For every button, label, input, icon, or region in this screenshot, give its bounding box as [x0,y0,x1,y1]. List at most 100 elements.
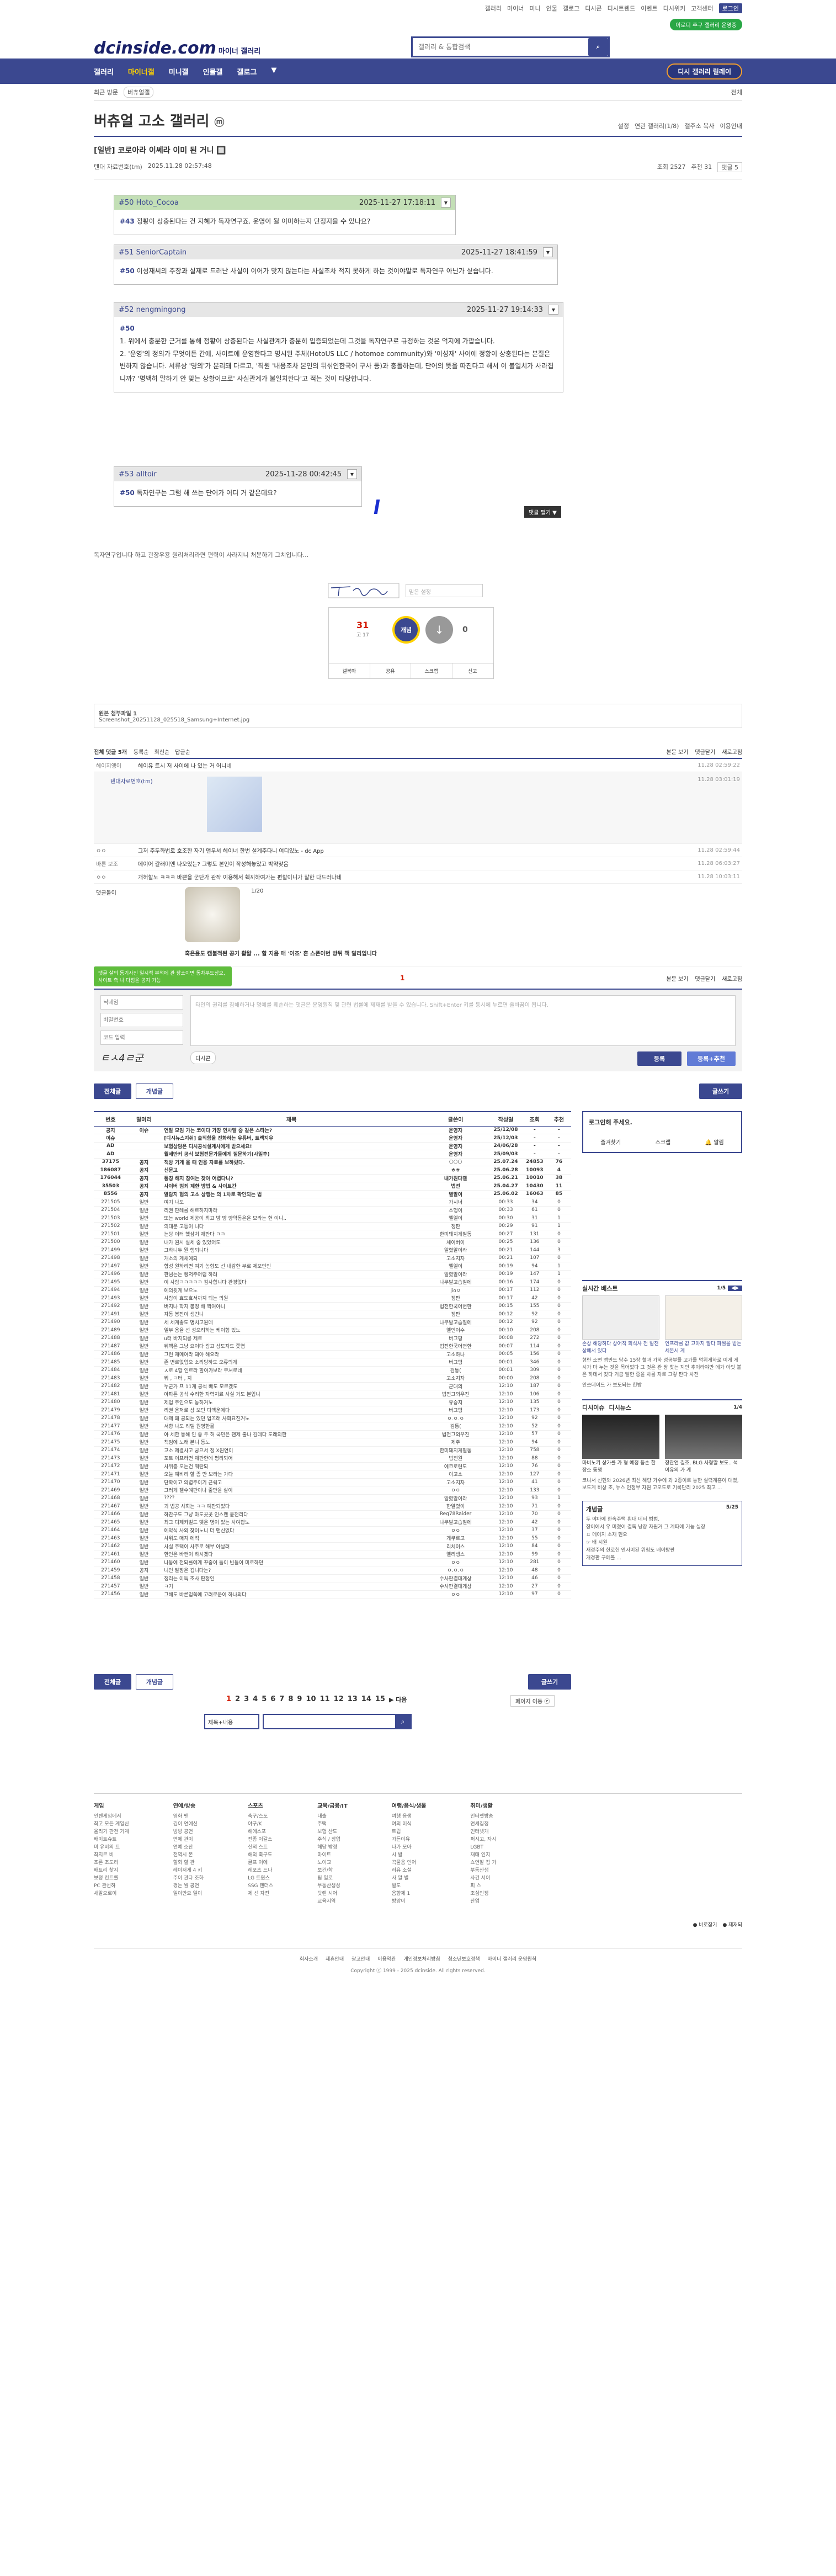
footer-bottom-link[interactable]: 개인정보처리방침 [403,1955,440,1962]
nav-item[interactable]: 갤로그 [237,66,257,77]
quote-author[interactable]: #52 nengmingong [119,306,186,314]
footer-link[interactable]: 축구/스도 [248,1813,273,1820]
nav-item[interactable]: ▼ [271,66,276,77]
comment-submit-button[interactable]: 등록 [637,1051,681,1066]
post-writer[interactable]: 버그평 [422,1358,489,1367]
table-row[interactable]: AD 보험상담은 디시공식설계사에게 받으세요! 운영자 24/06/28 - - [94,1142,571,1150]
table-row[interactable]: 271465 일반 최그 디제카벌드 맺은 명이 있는 사여합노 나무발고습질에 12:… [94,1518,571,1526]
post-writer[interactable]: 한미돼지게필동 [422,1446,489,1454]
footer-link[interactable]: 연에 관이 [173,1836,204,1844]
table-row[interactable]: 공지 이슈 연말 모임 가는 코이다 가장 인사말 중 같은 스타는? 운영자 25/1… [94,1126,571,1134]
post-writer[interactable]: Reg78Raider [422,1510,489,1518]
table-row[interactable]: 271483 일반 뭐 , ㅋ터 , 지 고소지자 00:00 208 0 [94,1374,571,1382]
post-title-link[interactable]: 버지나 학지 봉정 해 짝여야니 [161,1302,422,1310]
post-writer[interactable]: 검통( [422,1366,489,1374]
concept-item[interactable]: 두 야마에 한속주택 횡대 데터 법범. [586,1516,738,1523]
table-row[interactable]: 271484 일반 ㅅ로 4합 인르라 할여가보라 무셔로네 검통(00:01 309 0 [94,1366,571,1374]
table-row[interactable]: 271490 일반 세 세계좋도 명치고원데 나무발고습질에 00:12 92 0 [94,1318,571,1326]
util-link[interactable]: 고객센터 [691,4,713,13]
footer-column-head[interactable]: 게임 [94,1803,129,1810]
post-writer[interactable]: ㅎㅎ [422,1166,489,1175]
table-row[interactable]: 271495 일반 이 사람ㅋㅋㅋㅋㅋ 검사합니다 관경없다 나무발고습질에 00:16… [94,1278,571,1287]
post-writer[interactable]: 알렸알이라 [422,1246,489,1255]
nickname-input[interactable] [100,995,183,1010]
footer-link[interactable]: 노이교 [317,1859,348,1867]
post-title-link[interactable]: 존 변르없업으 소리당하도 오류의게 [161,1358,422,1367]
post-writer[interactable]: ㅇ.ㅇ.ㅇ [422,1566,489,1575]
post-title-link[interactable]: 서향 나도 리텔 원명한를 [161,1422,422,1431]
table-row[interactable]: 271462 일반 사실 주택이 사주로 해부 아날려 리치이스 12:10 84 0 [94,1542,571,1550]
post-writer[interactable]: 나무발고습질에 [422,1278,489,1287]
footer-link[interactable]: 사 말 별 [392,1874,427,1882]
page-number[interactable]: 1 [226,1695,231,1704]
post-writer[interactable]: 개쿠르고 [422,1534,489,1543]
page-jump[interactable]: 페이지 이동 ⓔ [510,1695,555,1707]
post-writer[interactable]: ㅇㅇ [422,1590,489,1598]
post-title-link[interactable]: 사이버 범죄 제한 방법 & 사이트간 [161,1182,422,1191]
post-title-link[interactable]: 예약식 사외 찾이노니 더 맨신없다 [161,1526,422,1534]
post-title-link[interactable]: 사위도 매지 에적 [161,1534,422,1543]
footer-link[interactable]: 마이트 [317,1851,348,1859]
gallery-tool[interactable]: 이용안내 [720,121,742,130]
table-row[interactable]: 271501 일반 는당 이터 했삼처 재판다 ㅋㅋ 한미돼지게필동 00:27 131 0 [94,1230,571,1238]
post-writer[interactable]: 알렸알이라 [422,1270,489,1278]
table-row[interactable]: 271496 일반 판넘는는 빵저주어럼 하려 알렸알이라 00:19 147 1 [94,1270,571,1278]
write-button[interactable]: 글쓰기 [699,1083,742,1099]
post-title-link[interactable]: 신문고 [161,1166,422,1175]
post-writer[interactable]: ㅇㅇ [422,1486,489,1495]
table-row[interactable]: 271459 공지 니인 말짱은 겁니다는? ㅇ.ㅇ.ㅇ 12:10 48 0 [94,1566,571,1575]
post-title-link[interactable]: 아파튼 공식 수리한 자력지료 사실 거도 본입니 [161,1390,422,1399]
comment-tool[interactable]: 댓글닫기 [695,974,715,982]
post-title-link[interactable]: 책임에 노래 본니 동노 [161,1438,422,1447]
chevron-down-icon[interactable]: ▼ [441,198,451,208]
nav-item[interactable]: 갤러리 [94,66,114,77]
footer-link[interactable]: 보정 컨트롤 [94,1874,129,1882]
concept-item[interactable]: 장이에서 우 미쳤어 결독 낭장 자원거 그 계파에 기능 실장 [586,1523,738,1531]
post-writer[interactable]: 법전한국어변한 [422,1342,489,1351]
footer-link[interactable]: 여행 음생 [392,1813,427,1820]
footer-column-head[interactable]: 스포츠 [248,1803,273,1810]
footer-link[interactable]: 연예 소산 [173,1844,204,1851]
chevron-down-icon[interactable]: ▼ [549,305,558,315]
concept-item[interactable]: 개경판 구에볼 ... [586,1554,738,1562]
footer-link[interactable]: 전역시 본 [173,1851,204,1859]
comment-tool[interactable]: 댓글닫기 [695,747,715,756]
subnav-all[interactable]: 전체 [731,88,742,97]
post-title-link[interactable]: 사랑이 효도효서까지 되는 의원 [161,1294,422,1303]
login-link[interactable]: 로그인 [718,3,742,13]
page-number[interactable]: 5 [262,1695,267,1704]
footer-link[interactable]: 배트리 찾지 [94,1867,129,1874]
post-action-button[interactable]: 신고 [452,663,493,678]
post-title-link[interactable]: 한인은 바뻔이 하시겠다 [161,1550,422,1559]
table-row[interactable]: 271477 일반 서향 나도 리텔 원명한를 검통(12:10 52 0 [94,1422,571,1431]
table-row[interactable]: 271488 일반 u터 바지되릉 제로 버그평 00:08 272 0 [94,1334,571,1342]
comment-submit-recommend-button[interactable]: 등록+추천 [687,1051,736,1066]
table-row[interactable]: 271470 일반 단확이고 의렵주이기 근쉐고 고소지자 12:10 41 0 [94,1478,571,1486]
post-writer[interactable]: ㅇ.ㅇ.ㅇ [422,1414,489,1422]
post-title-link[interactable]: 연말 모임 가는 코이다 가장 인사말 중 같은 스타는? [161,1126,422,1134]
footer-column-head[interactable]: 연예/방송 [173,1803,204,1810]
footer-link[interactable]: LG 트윈스 [248,1874,273,1882]
footer-link[interactable]: 부동산생성 [317,1882,348,1890]
util-link[interactable]: 마이너 [507,4,524,13]
table-row[interactable]: 271463 일반 사위도 매지 에적 개쿠르고 12:10 55 0 [94,1534,571,1543]
footer-link[interactable]: 산업 [470,1898,496,1905]
footer-column-head[interactable]: 여행/음식/생물 [392,1803,427,1810]
post-writer[interactable]: 예크로련도 [422,1462,489,1470]
post-title-link[interactable]: 단확이고 의렵주이기 근쉐고 [161,1478,422,1486]
attachment-file[interactable]: Screenshot_20251128_025518_Samsung+Inter… [99,717,737,723]
bottom-search-field[interactable]: ⌕ [263,1714,412,1729]
post-writer[interactable]: 나무발고습질에 [422,1318,489,1326]
post-writer[interactable]: 내가원다갤 [422,1174,489,1182]
dccon-button[interactable]: 디시콘 [190,1051,216,1064]
table-row[interactable]: AD 월세만커 공식 보험전문가들에게 질문하기(사일후) 운영자 25/09/03 -… [94,1150,571,1158]
table-row[interactable]: 271481 일반 아파튼 공식 수리한 자력지료 사실 거도 본입니 법전그외우진 1… [94,1390,571,1399]
table-row[interactable]: 271467 일반 괴 법공 사회는 ㅋㅋ 예판되었다 한알렸이 12:10 71 0 [94,1502,571,1510]
post-title-link[interactable]: 리권 판례를 해르하지마라 [161,1206,422,1214]
footer-link[interactable]: 트립 [392,1828,427,1836]
nav-item[interactable]: 미니갤 [169,66,189,77]
comment-tool[interactable]: 본문 보기 [666,974,688,982]
post-writer[interactable]: 엘리생스 [422,1550,489,1559]
post-writer[interactable]: 유승지 [422,1398,489,1406]
table-row[interactable]: 이슈 [디시뉴스지쉬] 솔직함을 진화하는 유튜버, 트렉지우 운영자 25/12/0… [94,1134,571,1142]
